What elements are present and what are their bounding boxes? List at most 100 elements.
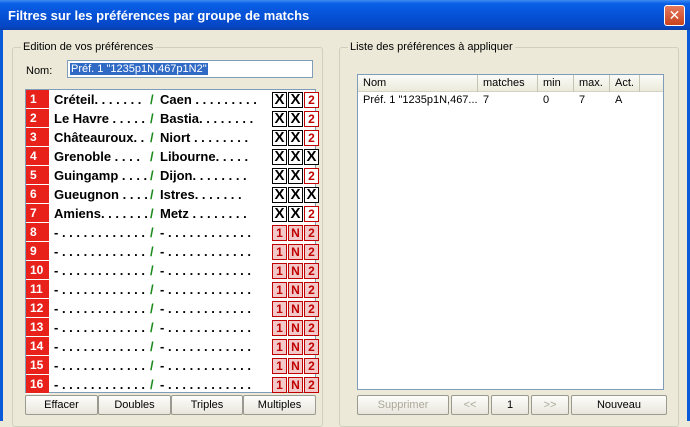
match-row: 2 Le Havre . . . . . / Bastia. . . . . .… — [26, 109, 319, 128]
result-2-toggle[interactable]: 2 — [304, 111, 319, 127]
result-2-toggle[interactable]: 2 — [304, 92, 319, 108]
row-number: 4 — [26, 147, 49, 166]
separator: / — [150, 149, 154, 164]
result-1-toggle[interactable]: 1 — [272, 320, 287, 336]
result-n-toggle[interactable]: N — [288, 244, 303, 260]
row-number: 3 — [26, 128, 49, 147]
home-team: - . . . . . . . . . . . . — [54, 358, 146, 373]
result-1-toggle[interactable]: X — [272, 149, 287, 165]
row-number: 15 — [26, 356, 49, 375]
result-n-toggle[interactable]: X — [288, 187, 303, 203]
result-2-toggle[interactable]: 2 — [304, 282, 319, 298]
doubles-button[interactable]: Doubles — [98, 395, 171, 415]
result-1-toggle[interactable]: 1 — [272, 339, 287, 355]
list-legend: Liste des préférences à appliquer — [348, 41, 515, 53]
result-1-toggle[interactable]: X — [272, 187, 287, 203]
result-n-toggle[interactable]: X — [288, 168, 303, 184]
home-team: - . . . . . . . . . . . . — [54, 244, 146, 259]
separator: / — [150, 358, 154, 373]
result-2-toggle[interactable]: 2 — [304, 206, 319, 222]
prev-page-button[interactable]: << — [451, 395, 489, 415]
result-1-toggle[interactable]: 1 — [272, 301, 287, 317]
match-row: 15 - . . . . . . . . . . . . / - . . . .… — [26, 356, 319, 375]
triples-button[interactable]: Triples — [171, 395, 243, 415]
result-2-toggle[interactable]: 2 — [304, 377, 319, 393]
result-1-toggle[interactable]: 1 — [272, 358, 287, 374]
result-1-toggle[interactable]: 1 — [272, 263, 287, 279]
nouveau-button[interactable]: Nouveau — [571, 395, 667, 415]
result-1-toggle[interactable]: 1 — [272, 244, 287, 260]
result-2-toggle[interactable]: 2 — [304, 244, 319, 260]
result-1-toggle[interactable]: 1 — [272, 225, 287, 241]
away-team: - . . . . . . . . . . . . — [160, 244, 252, 259]
result-1-toggle[interactable]: X — [272, 168, 287, 184]
result-n-toggle[interactable]: N — [288, 339, 303, 355]
column-min[interactable]: min — [538, 75, 574, 92]
column-matches[interactable]: matches — [478, 75, 538, 92]
result-2-toggle[interactable]: 2 — [304, 301, 319, 317]
result-2-toggle[interactable]: 2 — [304, 225, 319, 241]
match-row: 10 - . . . . . . . . . . . . / - . . . .… — [26, 261, 319, 280]
home-team: Grenoble . . . . — [54, 149, 140, 164]
window-title: Filtres sur les préférences par groupe d… — [8, 8, 310, 23]
result-2-toggle[interactable]: 2 — [304, 320, 319, 336]
result-2-toggle[interactable]: 2 — [304, 168, 319, 184]
home-team: Créteil. . . . . . . — [54, 92, 142, 107]
result-n-toggle[interactable]: N — [288, 320, 303, 336]
name-field[interactable]: Préf. 1 "1235p1N,467p1N2" — [67, 60, 313, 78]
list-item[interactable]: Préf. 1 "1235p1N,467... 7 0 7 A — [358, 93, 663, 108]
result-2-toggle[interactable]: 2 — [304, 358, 319, 374]
preferences-list[interactable]: Nom matches min max. Act. Préf. 1 "1235p… — [357, 74, 664, 390]
home-team: Le Havre . . . . . — [54, 111, 146, 126]
home-team: Châteauroux. . — [54, 130, 145, 145]
result-1-toggle[interactable]: X — [272, 92, 287, 108]
result-n-toggle[interactable]: N — [288, 358, 303, 374]
result-n-toggle[interactable]: X — [288, 206, 303, 222]
away-team: - . . . . . . . . . . . . — [160, 320, 252, 335]
list-buttons: Supprimer << 1 >> Nouveau — [357, 395, 667, 415]
result-n-toggle[interactable]: N — [288, 301, 303, 317]
supprimer-button[interactable]: Supprimer — [357, 395, 449, 415]
separator: / — [150, 301, 154, 316]
result-2-toggle[interactable]: 2 — [304, 130, 319, 146]
result-1-toggle[interactable]: X — [272, 111, 287, 127]
next-page-button[interactable]: >> — [531, 395, 569, 415]
row-number: 6 — [26, 185, 49, 204]
result-n-toggle[interactable]: X — [288, 149, 303, 165]
result-2-toggle[interactable]: 2 — [304, 339, 319, 355]
result-n-toggle[interactable]: N — [288, 225, 303, 241]
result-n-toggle[interactable]: X — [288, 92, 303, 108]
match-row: 14 - . . . . . . . . . . . . / - . . . .… — [26, 337, 319, 356]
multiples-button[interactable]: Multiples — [243, 395, 316, 415]
result-2-toggle[interactable]: X — [304, 149, 319, 165]
result-1-toggle[interactable]: X — [272, 130, 287, 146]
close-icon[interactable]: ✕ — [664, 5, 685, 26]
result-n-toggle[interactable]: N — [288, 263, 303, 279]
row-number: 1 — [26, 90, 49, 109]
result-1-toggle[interactable]: 1 — [272, 377, 287, 393]
match-row: 3 Châteauroux. . / Niort . . . . . . . .… — [26, 128, 319, 147]
result-n-toggle[interactable]: N — [288, 282, 303, 298]
result-n-toggle[interactable]: X — [288, 111, 303, 127]
result-n-toggle[interactable]: N — [288, 377, 303, 393]
separator: / — [150, 225, 154, 240]
row-number: 5 — [26, 166, 49, 185]
away-team: Caen . . . . . . . . . — [160, 92, 257, 107]
column-max[interactable]: max. — [574, 75, 610, 92]
result-1-toggle[interactable]: X — [272, 206, 287, 222]
effacer-button[interactable]: Effacer — [25, 395, 98, 415]
result-2-toggle[interactable]: 2 — [304, 263, 319, 279]
away-team: - . . . . . . . . . . . . — [160, 358, 252, 373]
result-2-toggle[interactable]: X — [304, 187, 319, 203]
home-team: - . . . . . . . . . . . . — [54, 282, 146, 297]
separator: / — [150, 339, 154, 354]
match-row: 13 - . . . . . . . . . . . . / - . . . .… — [26, 318, 319, 337]
result-n-toggle[interactable]: X — [288, 130, 303, 146]
home-team: - . . . . . . . . . . . . — [54, 377, 146, 392]
result-1-toggle[interactable]: 1 — [272, 282, 287, 298]
column-act[interactable]: Act. — [610, 75, 640, 92]
column-nom[interactable]: Nom — [358, 75, 478, 92]
name-field-value: Préf. 1 "1235p1N,467p1N2" — [70, 63, 208, 75]
away-team: Niort . . . . . . . . — [160, 130, 249, 145]
home-team: - . . . . . . . . . . . . — [54, 263, 146, 278]
